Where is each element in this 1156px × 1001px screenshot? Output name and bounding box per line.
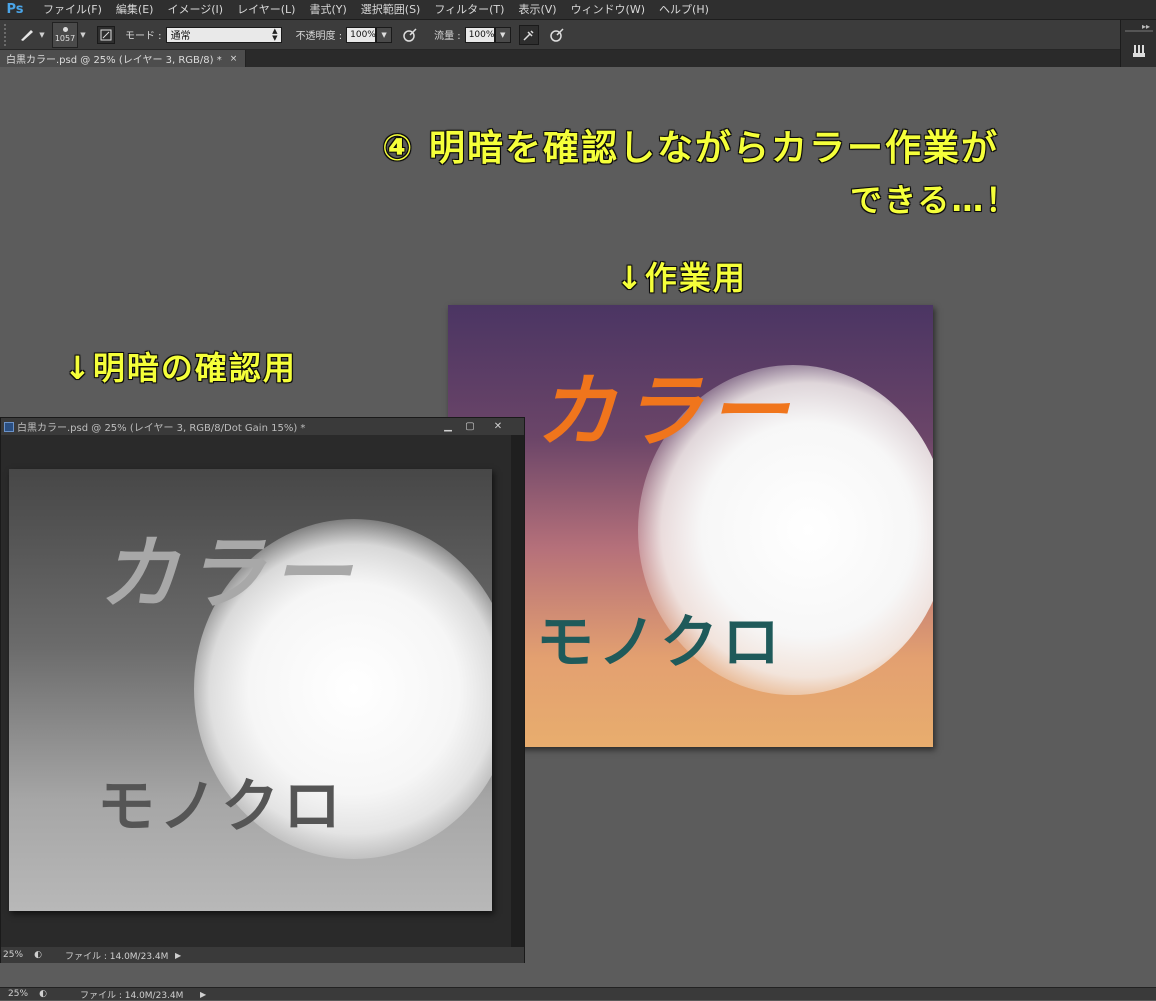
status-info-icon[interactable]: ◐: [31, 950, 45, 960]
airbrush-icon[interactable]: [518, 24, 539, 45]
menu-select[interactable]: 選択範囲(S): [354, 0, 428, 20]
status-info-icon[interactable]: ◐: [36, 989, 50, 999]
brush-size-picker[interactable]: 1057: [52, 21, 78, 48]
flow-input[interactable]: 100%: [464, 26, 495, 43]
close-icon[interactable]: ×: [230, 54, 238, 64]
panel-dock-grip[interactable]: [1125, 30, 1153, 32]
opacity-value: 100%: [350, 29, 376, 40]
status-menu-arrow-icon[interactable]: ▶: [200, 990, 206, 999]
select-arrows-icon: ▲ ▼: [272, 26, 278, 42]
menu-bar: Ps ファイル(F) 編集(E) イメージ(I) レイヤー(L) 書式(Y) 選…: [0, 0, 1156, 20]
canvas-text-mono: モノクロ: [536, 608, 785, 676]
flow-label: 流量 :: [434, 31, 461, 42]
canvas-text-mono: モノクロ: [97, 772, 346, 840]
mode-label: モード :: [125, 31, 162, 42]
zoom-level[interactable]: 25%: [0, 989, 36, 999]
status-menu-arrow-icon[interactable]: ▶: [175, 951, 181, 960]
status-bar: 25% ◐ ファイル : 14.0M/23.4M ▶: [0, 987, 1156, 1001]
ps-document-icon: [4, 421, 14, 432]
canvas-text-karaa: カラー: [536, 365, 794, 458]
brush-size-value: 1057: [54, 33, 76, 43]
brush-tool-preset-icon[interactable]: [16, 24, 38, 46]
menu-layer[interactable]: レイヤー(L): [230, 0, 302, 20]
grayscale-document-window: 白黒カラー.psd @ 25% (レイヤー 3, RGB/8/Dot Gain …: [0, 417, 525, 963]
document-tab-title: 白黒カラー.psd @ 25% (レイヤー 3, RGB/8) *: [6, 55, 222, 66]
workspace: ④ 明暗を確認しながらカラー作業が できる…！ ↓作業用 ↓明暗の確認用 カラー…: [0, 67, 1156, 987]
window-status-bar: 25% ◐ ファイル : 14.0M/23.4M ▶: [1, 947, 524, 963]
menu-edit[interactable]: 編集(E): [109, 0, 161, 20]
mode-select[interactable]: 通常 ▲ ▼: [165, 26, 282, 43]
close-icon[interactable]: ✕: [487, 419, 509, 433]
canvas-text-karaa: カラー: [99, 527, 357, 620]
menu-help[interactable]: ヘルプ(H): [652, 0, 716, 20]
flow-dropdown-button[interactable]: ▼: [494, 26, 511, 43]
options-bar: ▼ 1057 ▼ モード : 通常 ▲ ▼ 不透明度 : 100% ▼ 流量 : …: [0, 20, 1156, 50]
menu-image[interactable]: イメージ(I): [160, 0, 230, 20]
grayscale-canvas[interactable]: カラー モノクロ: [9, 469, 492, 911]
photoshop-logo[interactable]: Ps: [2, 0, 28, 20]
brush-presets-icon[interactable]: [1129, 42, 1149, 60]
annotation-headline-line2: できる…！: [850, 181, 1020, 219]
pressure-size-icon[interactable]: [547, 25, 567, 45]
window-canvas-area: カラー モノクロ: [1, 435, 511, 947]
opacity-input[interactable]: 100%: [346, 26, 377, 43]
maximize-icon[interactable]: ▢: [459, 419, 481, 433]
vertical-scrollbar[interactable]: [511, 435, 524, 947]
menu-view[interactable]: 表示(V): [511, 0, 563, 20]
file-size-info: ファイル : 14.0M/23.4M: [80, 990, 184, 1001]
opacity-label: 不透明度 :: [295, 31, 343, 42]
window-title: 白黒カラー.psd @ 25% (レイヤー 3, RGB/8/Dot Gain …: [17, 423, 306, 434]
document-tab-bar: 白黒カラー.psd @ 25% (レイヤー 3, RGB/8) * ×: [0, 50, 1120, 67]
file-size-info: ファイル : 14.0M/23.4M: [65, 951, 169, 962]
brush-tip-icon: [62, 26, 68, 32]
opacity-dropdown-button[interactable]: ▼: [376, 26, 393, 43]
window-titlebar[interactable]: 白黒カラー.psd @ 25% (レイヤー 3, RGB/8/Dot Gain …: [1, 418, 524, 435]
options-grip[interactable]: [4, 23, 10, 46]
document-tab[interactable]: 白黒カラー.psd @ 25% (レイヤー 3, RGB/8) * ×: [0, 50, 247, 67]
annotation-work-label: ↓作業用: [616, 259, 747, 297]
menu-type[interactable]: 書式(Y): [302, 0, 353, 20]
annotation-headline-line1: ④ 明暗を確認しながらカラー作業が: [382, 128, 1000, 169]
brush-panel-toggle-icon[interactable]: [97, 25, 115, 44]
flow-value: 100%: [468, 29, 495, 40]
zoom-level[interactable]: 25%: [1, 950, 31, 960]
menu-file[interactable]: ファイル(F): [36, 0, 109, 20]
pressure-opacity-icon[interactable]: [400, 25, 420, 45]
menu-window[interactable]: ウィンドウ(W): [564, 0, 652, 20]
minimize-icon[interactable]: ▁: [437, 419, 459, 433]
chevron-down-icon[interactable]: ▼: [79, 24, 87, 46]
annotation-check-label: ↓明暗の確認用: [64, 349, 297, 387]
chevron-down-icon[interactable]: ▼: [38, 24, 46, 46]
menu-filter[interactable]: フィルター(T): [427, 0, 511, 20]
mode-value: 通常: [170, 31, 191, 42]
